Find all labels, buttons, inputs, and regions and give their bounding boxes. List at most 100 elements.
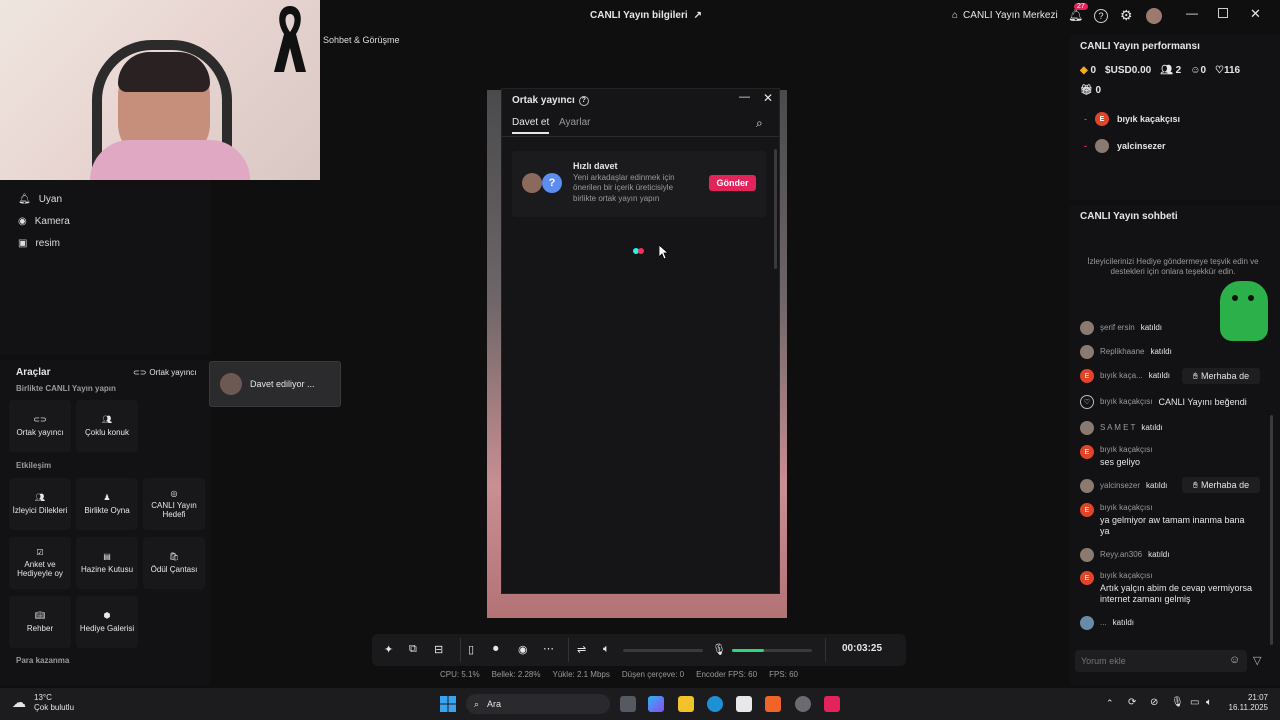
edge-icon[interactable] (707, 696, 723, 712)
weather-widget[interactable]: 13°C Çok bulutlu (34, 693, 74, 712)
camera-icon: ◉ (18, 215, 27, 227)
upload-stat: Yükle: 2.1 Mbps (552, 670, 610, 679)
tool-label: Ortak yayıncı (16, 427, 64, 437)
green-mascot (1220, 281, 1268, 341)
help-icon[interactable]: ? (578, 95, 589, 106)
viewer-row[interactable]: - E bıyık kaçakçısı (1084, 112, 1180, 126)
chat-user: bıyık kaçakçısı (1100, 445, 1153, 454)
chevron-up-icon[interactable]: ⌃ (1106, 698, 1114, 709)
tool-poll[interactable]: ☑ Anket ve Hediyeyle oy (9, 537, 71, 589)
file-explorer-icon[interactable] (678, 696, 694, 712)
brave-icon[interactable] (765, 696, 781, 712)
quick-invite-title: Hızlı davet (573, 161, 618, 171)
display-icon[interactable]: ▭ (1190, 697, 1199, 708)
more-icon[interactable]: ⋯ (543, 642, 554, 655)
avatar: E (1080, 571, 1094, 585)
network-off-icon[interactable]: ⊘ (1150, 697, 1158, 708)
maximize-icon[interactable] (1218, 8, 1228, 18)
gift-icon: 🎁︎ (1080, 85, 1093, 96)
tool-play-together[interactable]: ♟ Birlikte Oyna (76, 478, 138, 530)
taskbar-search[interactable]: ⌕ Ara (466, 694, 610, 714)
sync-icon[interactable]: ⟳ (1128, 697, 1136, 708)
task-view-icon[interactable] (620, 696, 636, 712)
taskbar-clock[interactable]: 21:07 16.11.2025 (1222, 693, 1268, 713)
chat-text: katıldı (1112, 618, 1135, 627)
close-window-icon[interactable]: ✕ (1250, 6, 1261, 22)
phone-icon[interactable]: ▯ (468, 643, 474, 656)
source-item-uyan[interactable]: 🔔︎ Uyan (0, 188, 210, 210)
stream-info-link[interactable]: CANLI Yayın bilgileri ↗ (590, 10, 702, 21)
speaker-volume-slider[interactable] (623, 649, 703, 652)
steam-icon[interactable] (795, 696, 811, 712)
search-icon[interactable]: ⌕ (756, 116, 763, 131)
mic-volume-slider[interactable] (732, 649, 812, 652)
effects-icon[interactable]: ⧉ (409, 643, 417, 656)
tool-live-goal[interactable]: ◎ CANLI Yayın Hedefi (143, 478, 205, 530)
layout-icon[interactable]: ⊟ (434, 643, 443, 656)
tool-viewer-wishes[interactable]: 👥︎ İzleyici Dilekleri (9, 478, 71, 530)
chat-message: E bıyık kaçakçısı ses geliyo (1080, 445, 1152, 467)
weather-icon[interactable]: ☁ (12, 694, 26, 711)
filter-icon[interactable]: ▽ (1253, 654, 1261, 667)
comment-input[interactable] (1075, 650, 1247, 672)
chat-message: S A M E T katıldı (1080, 421, 1163, 435)
emoji-icon[interactable]: ☺ (1229, 654, 1240, 666)
say-hello-label: Merhaba de (1201, 371, 1250, 381)
capture-icon[interactable]: ◉ (518, 643, 528, 656)
minimize-icon[interactable]: — (1186, 6, 1198, 20)
tool-gift-gallery[interactable]: ⬢ Hediye Galerisi (76, 596, 138, 648)
mixer-icon[interactable]: ⇌ (577, 643, 586, 656)
chat-tip: İzleyicilerinizi Hediye göndermeye teşvi… (1087, 257, 1259, 277)
viewer-row[interactable]: - yalcinsezer (1084, 139, 1166, 153)
stat-value: 0 (1090, 65, 1097, 76)
minimize-icon[interactable]: — (739, 91, 750, 103)
tab-settings[interactable]: Ayarlar (559, 117, 591, 128)
mouse-cursor-icon (659, 245, 669, 260)
bell-icon: 🔔︎ (1068, 8, 1084, 22)
copilot-icon[interactable] (648, 696, 664, 712)
profile-avatar[interactable] (1146, 8, 1162, 24)
record-icon[interactable]: ⏺ (493, 643, 499, 656)
microphone-icon[interactable]: 🎙︎ (1171, 697, 1184, 708)
tool-treasure-box[interactable]: ▤ Hazine Kutusu (76, 537, 138, 589)
scene-label[interactable]: Sohbet & Görüşme (323, 35, 400, 45)
source-label: resim (35, 237, 60, 249)
cohost-link[interactable]: ⊂⊃ Ortak yayıncı (133, 368, 197, 377)
chat-user: bıyık kaçakçısı (1100, 571, 1153, 580)
image-icon: ▣ (18, 237, 28, 249)
dialog-title-text: Ortak yayıncı (512, 95, 575, 106)
speaker-icon[interactable]: 🔈︎ (603, 643, 610, 656)
chat-user: Replikhaane (1100, 347, 1145, 356)
send-button[interactable]: Gönder (709, 175, 756, 191)
notification-button[interactable]: 🔔︎ 27 (1068, 3, 1088, 22)
say-hello-button[interactable]: ✋︎ Merhaba de (1182, 368, 1260, 384)
stat-value: 2 (1175, 65, 1182, 76)
windows-start-icon[interactable] (440, 696, 456, 712)
bag-icon: 🛍︎ (168, 552, 180, 562)
stream-timer: 00:03:25 (842, 643, 883, 654)
search-label: Ara (487, 699, 502, 709)
tab-invite[interactable]: Davet et (512, 117, 550, 134)
store-icon[interactable] (736, 696, 752, 712)
microphone-icon[interactable]: 🎙︎ (712, 643, 726, 656)
live-center-label: CANLI Yayın Merkezi (963, 10, 1058, 21)
source-item-image[interactable]: ▣ resim (0, 232, 210, 254)
help-icon[interactable]: ? (1094, 9, 1108, 23)
tiktok-live-studio-icon[interactable] (824, 696, 840, 712)
volume-icon[interactable]: 🔈︎ (1206, 697, 1212, 708)
source-item-camera[interactable]: ◉ Kamera (0, 210, 210, 232)
tool-cohost[interactable]: ⊂⊃ Ortak yayıncı (9, 400, 71, 452)
game-icon: ♟ (103, 493, 111, 503)
scrollbar[interactable] (774, 149, 777, 269)
tool-multi-guest[interactable]: 👥︎ Çoklu konuk (76, 400, 138, 452)
tool-guide[interactable]: 📖︎ Rehber (9, 596, 71, 648)
magic-wand-icon[interactable]: ✦ (384, 643, 393, 656)
target-icon: ◎ (170, 488, 178, 498)
settings-gear-icon[interactable]: ⚙ (1120, 7, 1133, 24)
close-icon[interactable]: ✕ (763, 91, 773, 105)
tool-reward-bag[interactable]: 🛍︎ Ödül Çantası (143, 537, 205, 589)
tool-label: CANLI Yayın Hedefi (151, 500, 197, 520)
live-center-link[interactable]: ⌂ CANLI Yayın Merkezi (952, 10, 1058, 21)
chat-scrollbar[interactable] (1270, 415, 1273, 645)
say-hello-button[interactable]: ✋︎ Merhaba de (1182, 477, 1260, 493)
